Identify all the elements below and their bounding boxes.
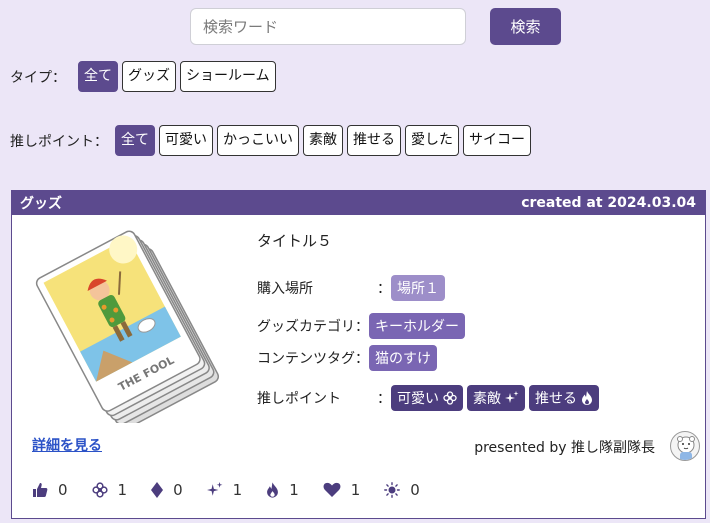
place-label: 購入場所 [257,281,313,297]
reaction-heart[interactable]: 1 [323,481,361,499]
item-title: タイトル５ [257,232,333,250]
point-tag-lovely[interactable]: 素敵 [467,385,525,411]
point-filter-label: 推しポイント： [10,133,108,150]
goods-category-colon: ： [355,319,369,335]
point-chip-loved[interactable]: 愛した [405,125,459,156]
reaction-fire[interactable]: 1 [266,481,299,499]
points-colon: ： [377,391,391,407]
type-chip-all[interactable]: 全て [78,61,118,92]
item-thumbnail-image: THE FOOL [35,230,220,423]
presenter-text: presented by 推し隊副隊長 [474,440,655,456]
point-tag-cute[interactable]: 可愛い [391,385,463,411]
reaction-sun-count: 0 [410,481,420,499]
content-tag-field: コンテンツタグ ： 猫のすけ [257,345,441,371]
avatar-image [677,436,695,460]
type-chip-showroom[interactable]: ショールーム [180,61,276,92]
place-colon: ： [377,281,391,297]
reaction-diamond[interactable]: 0 [151,481,183,499]
content-tag-colon: ： [355,351,369,367]
content-tag-label: コンテンツタグ [257,351,355,367]
points-label: 推しポイント [257,391,341,407]
point-filter: 推しポイント： 全て 可愛い かっこいい 素敵 推せる 愛した サイコー [10,125,535,156]
point-chip-all[interactable]: 全て [115,125,155,156]
fire-icon [582,391,592,405]
search-button[interactable]: 検索 [490,8,561,45]
presenter-avatar[interactable] [670,431,700,461]
reaction-sparkles-count: 1 [232,481,243,499]
point-chip-best[interactable]: サイコー [463,125,531,156]
card-category: グッズ [20,196,62,212]
type-chip-goods[interactable]: グッズ [122,61,176,92]
type-filter-label: タイプ： [10,69,66,86]
content-tag-tag[interactable]: 猫のすけ [369,345,437,371]
thumbs-up-icon [33,483,48,497]
details-link[interactable]: 詳細を見る [32,435,102,455]
point-tag-supportable-label: 推せる [535,391,577,407]
reaction-thumbs-up[interactable]: 0 [32,481,68,499]
reaction-heart-count: 1 [350,481,361,499]
points-field: 推しポイント ： 可愛い 素敵 推せる [257,385,603,411]
reaction-flower-count: 1 [117,481,128,499]
reaction-bar: 0 1 0 1 1 1 0 [32,481,444,499]
flower-icon [91,482,108,498]
search-input[interactable] [190,8,466,45]
item-card: グッズ created at 2024.03.04 THE FOOL タイトル５… [11,190,706,519]
point-tag-lovely-label: 素敵 [473,391,501,407]
reaction-sparkles[interactable]: 1 [206,481,243,499]
sun-icon [384,482,401,498]
point-tag-cute-label: 可愛い [397,391,439,407]
reaction-fire-count: 1 [289,481,299,499]
place-tag[interactable]: 場所１ [391,275,445,301]
sparkles-icon [206,482,223,496]
point-chip-cute[interactable]: 可愛い [159,125,213,156]
point-chip-lovely[interactable]: 素敵 [303,125,343,156]
goods-category-tag[interactable]: キーホルダー [369,313,465,339]
point-chip-cool[interactable]: かっこいい [217,125,299,156]
card-header: グッズ created at 2024.03.04 [12,191,705,215]
diamond-icon [151,482,164,498]
reaction-sun[interactable]: 0 [384,481,420,499]
card-created-date: created at 2024.03.04 [521,195,696,211]
heart-icon [323,482,341,497]
fire-icon [267,482,279,498]
type-filter: タイプ： 全て グッズ ショールーム [10,61,280,92]
point-tag-supportable[interactable]: 推せる [529,385,599,411]
place-field: 購入場所 ： 場所１ [257,275,449,301]
goods-category-field: グッズカテゴリ ： キーホルダー [257,313,469,339]
point-chip-supportable[interactable]: 推せる [347,125,401,156]
sparkles-icon [505,391,519,403]
reaction-flower[interactable]: 1 [91,481,128,499]
goods-category-label: グッズカテゴリ [257,319,355,335]
reaction-diamond-count: 0 [173,481,183,499]
reaction-thumbs-up-count: 0 [58,481,68,499]
flower-icon [443,391,457,405]
